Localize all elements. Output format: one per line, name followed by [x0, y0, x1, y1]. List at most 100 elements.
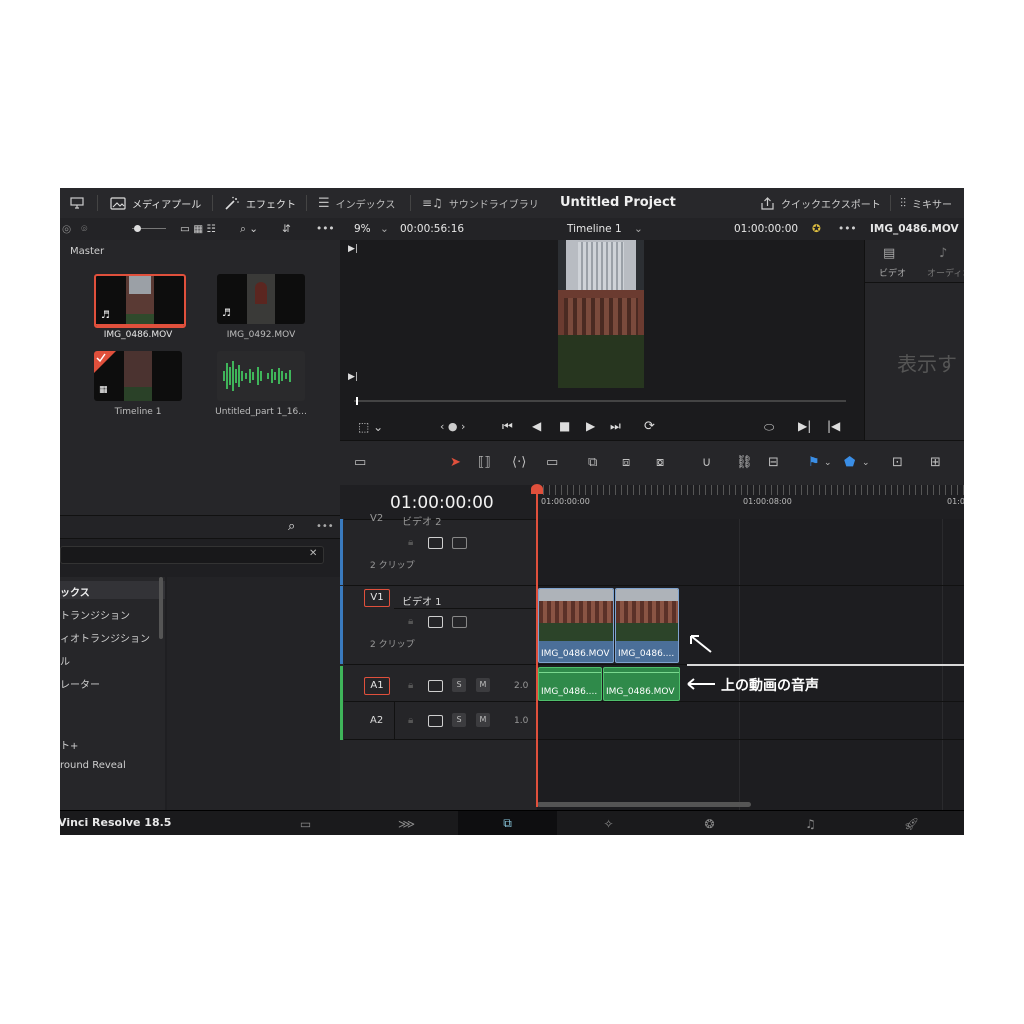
color-wheel-icon[interactable]: ✪: [812, 218, 821, 240]
viewer-options-icon[interactable]: •••: [838, 218, 857, 240]
skip-end-icon[interactable]: ⏭: [610, 419, 621, 434]
media-pool-button[interactable]: メディアプール: [110, 188, 201, 218]
lock-icon[interactable]: 🔒︎: [408, 537, 413, 548]
track-id-v1[interactable]: V1: [364, 589, 390, 607]
deliver-page-icon[interactable]: 🚀︎: [862, 811, 961, 835]
marker-icon[interactable]: ⬟: [844, 455, 855, 470]
trim-icon[interactable]: ⟦⟧: [478, 455, 491, 470]
audio-clip[interactable]: IMG_0486.MOV: [603, 667, 680, 701]
scrubber-track[interactable]: [354, 400, 846, 402]
sound-library-button[interactable]: ≡♫ サウンドライブラリ: [422, 188, 539, 218]
timeline-tracks[interactable]: IMG_0486.MOV IMG_0486.... IMG_0486.... I…: [537, 519, 964, 810]
clear-icon[interactable]: ✕: [309, 548, 317, 559]
track-id-v2[interactable]: V2: [370, 513, 383, 524]
zoom-detail-icon[interactable]: ⊞: [930, 455, 941, 470]
mute-button[interactable]: M: [476, 713, 490, 727]
solo-button[interactable]: S: [452, 678, 466, 692]
search-icon[interactable]: ⌕ ⌄: [240, 218, 258, 240]
timeline-thumbnail[interactable]: ▦: [94, 351, 182, 401]
more-options-icon[interactable]: •••: [316, 218, 335, 240]
auto-select-icon[interactable]: [428, 537, 443, 549]
media-thumbnail[interactable]: ♬: [217, 274, 305, 324]
snapping-icon[interactable]: ∪: [702, 455, 712, 470]
auto-select-icon[interactable]: [428, 680, 443, 692]
cut-page-icon[interactable]: ⋙: [357, 811, 456, 835]
audio-thumbnail[interactable]: [217, 351, 305, 401]
auto-select-icon[interactable]: [428, 715, 443, 727]
tag-icon[interactable]: ◎ ⌾: [62, 218, 87, 240]
track-name-v1[interactable]: ビデオ 1: [402, 593, 442, 608]
sort-icon[interactable]: ⇵: [282, 218, 291, 240]
master-folder-label[interactable]: Master: [70, 246, 104, 257]
slider-knob[interactable]: [134, 225, 141, 232]
dynamic-trim-icon[interactable]: ⟨·⟩: [512, 455, 526, 470]
effects-category[interactable]: トランジション: [60, 607, 130, 622]
view-mode-icons[interactable]: ▭ ▦ ☷: [180, 218, 216, 240]
monitor-icon[interactable]: [70, 188, 84, 218]
track-visibility-icon[interactable]: [452, 616, 467, 628]
effects-category[interactable]: ックス: [60, 584, 90, 599]
marker-dropdown-icon[interactable]: ⌄: [862, 458, 870, 468]
timeline-selector[interactable]: Timeline 1: [567, 218, 622, 240]
timeline-dropdown-icon[interactable]: ⌄: [634, 218, 643, 240]
lock-icon[interactable]: ⊟: [768, 455, 779, 470]
index-button[interactable]: ☰ インデックス: [318, 188, 395, 218]
solo-button[interactable]: S: [452, 713, 466, 727]
inspector-tab-video[interactable]: ビデオ: [879, 266, 906, 279]
effects-category[interactable]: レーター: [60, 676, 100, 691]
video-clip[interactable]: IMG_0486.MOV: [538, 588, 614, 663]
timeline-ruler[interactable]: 01:00:00:00 01:00:08:00 01:0: [531, 484, 964, 520]
zoom-full-icon[interactable]: ⊡: [892, 455, 903, 470]
timeline-scrollbar[interactable]: [537, 802, 751, 807]
crop-icon[interactable]: ⬚ ⌄: [358, 420, 383, 434]
effects-category[interactable]: ィオトランジション: [60, 630, 150, 645]
flag-icon[interactable]: ⚑: [808, 455, 820, 470]
effects-button[interactable]: エフェクト: [224, 188, 296, 218]
track-id-a2[interactable]: A2: [370, 715, 383, 726]
edit-page-icon[interactable]: ⧉: [458, 811, 557, 835]
track-visibility-icon[interactable]: [452, 537, 467, 549]
replace-clip-icon[interactable]: ⧇: [656, 455, 664, 470]
scrubber-handle[interactable]: [356, 397, 358, 405]
mute-button[interactable]: M: [476, 678, 490, 692]
fusion-page-icon[interactable]: ✧: [559, 811, 658, 835]
media-thumbnail[interactable]: ♬: [94, 274, 186, 328]
lock-icon[interactable]: 🔒︎: [408, 680, 413, 691]
fairlight-page-icon[interactable]: ♫: [761, 811, 860, 835]
effects-search-input[interactable]: ✕: [60, 546, 324, 564]
effects-category[interactable]: ル: [60, 653, 70, 668]
zoom-dropdown-icon[interactable]: ⌄: [380, 218, 389, 240]
flag-dropdown-icon[interactable]: ⌄: [824, 458, 832, 468]
effects-item[interactable]: round Reveal: [60, 760, 126, 771]
stop-icon[interactable]: ■: [559, 419, 570, 433]
play-icon[interactable]: ▶: [586, 419, 595, 433]
quick-export-button[interactable]: クイックエクスポート: [760, 188, 881, 218]
video-clip[interactable]: IMG_0486....: [615, 588, 679, 663]
selection-arrow-icon[interactable]: ➤: [450, 455, 461, 470]
mixer-button[interactable]: ⫶⫶ ミキサー: [900, 188, 952, 218]
play-marker-icon[interactable]: ▶|: [348, 372, 358, 382]
auto-select-icon[interactable]: [428, 616, 443, 628]
media-page-icon[interactable]: ▭: [256, 811, 355, 835]
inspector-tab-audio[interactable]: オーディオ: [927, 266, 964, 279]
overwrite-clip-icon[interactable]: ⧈: [622, 455, 630, 470]
search-icon[interactable]: ⌕: [288, 519, 295, 534]
loop-icon[interactable]: ⟳: [644, 419, 655, 434]
skip-start-icon[interactable]: ⏮: [502, 419, 513, 434]
jog-icon[interactable]: ‹ ● ›: [440, 420, 465, 433]
play-marker-icon[interactable]: ▶|: [348, 244, 358, 254]
insert-clip-icon[interactable]: ⧉: [588, 455, 597, 470]
list-scrollbar[interactable]: [159, 577, 163, 639]
fullscreen-icon[interactable]: ⬭: [764, 420, 774, 435]
reverse-icon[interactable]: ◀: [532, 419, 541, 433]
next-clip-icon[interactable]: ▶|: [798, 419, 811, 433]
more-options-icon[interactable]: •••: [316, 521, 334, 532]
link-icon[interactable]: ⛓: [736, 455, 753, 470]
playhead[interactable]: [536, 485, 538, 807]
zoom-level[interactable]: 9%: [354, 218, 371, 240]
blade-icon[interactable]: ▭: [546, 455, 558, 470]
lock-icon[interactable]: 🔒︎: [408, 715, 413, 726]
lock-icon[interactable]: 🔒︎: [408, 616, 413, 627]
track-name-v2[interactable]: ビデオ 2: [402, 513, 442, 528]
prev-clip-icon[interactable]: |◀: [827, 419, 840, 433]
